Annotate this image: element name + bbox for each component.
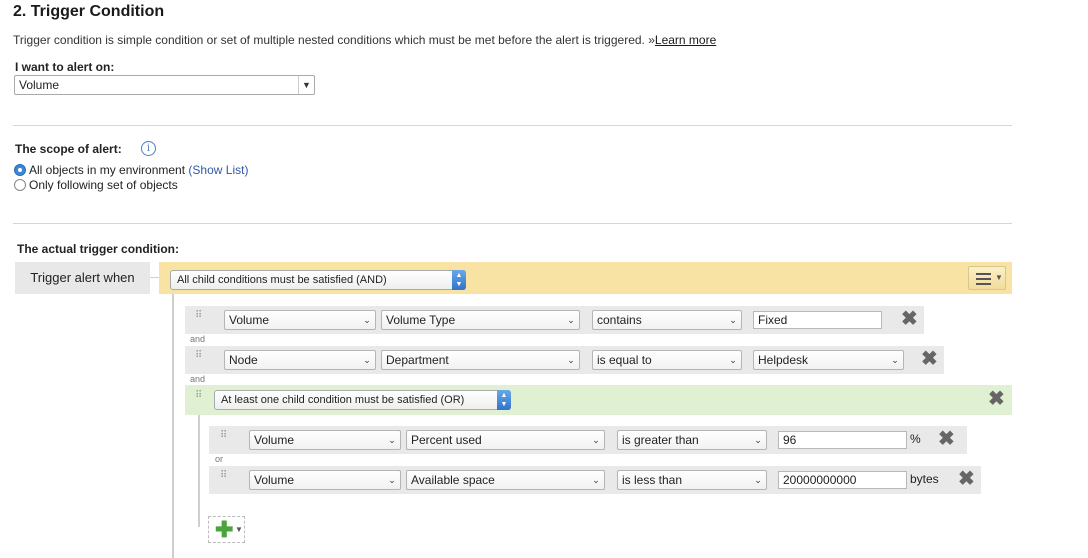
condition-object-value: Volume [229, 313, 270, 327]
remove-condition-icon[interactable]: ✖ [938, 429, 955, 449]
caret-down-icon: ▼ [995, 273, 1003, 282]
condition-operator-value: is greater than [622, 433, 699, 447]
nested-tree-line [198, 415, 200, 527]
chevron-down-icon: ⌄ [729, 315, 737, 325]
condition-property-select[interactable]: Available space ⌄ [406, 470, 605, 490]
condition-operator-value: is equal to [597, 353, 652, 367]
drag-handle-icon[interactable]: ⠿ [195, 351, 203, 366]
plus-icon: ✚ [215, 517, 234, 542]
description-text: Trigger condition is simple condition or… [13, 33, 645, 47]
section-title: 2. Trigger Condition [13, 3, 165, 20]
and-connector: and [190, 334, 206, 344]
condition-object-select[interactable]: Node ⌄ [224, 350, 376, 370]
info-icon[interactable]: i [141, 141, 156, 156]
scope-option-following[interactable]: Only following set of objects [14, 178, 178, 192]
radio-selected-icon[interactable] [14, 164, 26, 176]
condition-value-input[interactable]: 96 [778, 431, 907, 449]
learn-more-prefix: » [648, 33, 655, 47]
alert-on-value: Volume [19, 78, 60, 92]
alert-on-label: I want to alert on: [15, 60, 115, 74]
menu-icon [976, 273, 991, 285]
condition-property-value: Available space [411, 473, 495, 487]
condition-property-select[interactable]: Department ⌄ [381, 350, 580, 370]
learn-more-link[interactable]: Learn more [655, 33, 716, 47]
condition-property-value: Percent used [411, 433, 482, 447]
or-connector: or [215, 454, 224, 464]
scope-label: The scope of alert: [15, 142, 122, 156]
chevron-down-icon: ⌄ [363, 355, 371, 365]
chevron-down-icon: ⌄ [363, 315, 371, 325]
drag-handle-icon[interactable]: ⠿ [220, 471, 228, 486]
condition-operator-value: is less than [622, 473, 683, 487]
alert-on-select[interactable]: Volume ▼ [14, 75, 315, 95]
remove-group-icon[interactable]: ✖ [988, 389, 1005, 409]
unit-label: % [910, 432, 921, 446]
remove-condition-icon[interactable]: ✖ [901, 309, 918, 329]
chevron-down-icon: ⌄ [592, 475, 600, 485]
root-group-value: All child conditions must be satisfied (… [177, 274, 387, 286]
condition-property-select[interactable]: Percent used ⌄ [406, 430, 605, 450]
condition-object-select[interactable]: Volume ⌄ [249, 470, 401, 490]
scope-option-label: Only following set of objects [29, 178, 178, 192]
condition-operator-select[interactable]: is greater than ⌄ [617, 430, 767, 450]
trigger-when-label: Trigger alert when [15, 262, 150, 294]
spinner-arrows-icon: ▲ ▼ [452, 270, 466, 290]
condition-property-select[interactable]: Volume Type ⌄ [381, 310, 580, 330]
divider [13, 125, 1012, 126]
nested-group-select[interactable]: At least one child condition must be sat… [214, 390, 511, 410]
condition-operator-select[interactable]: contains ⌄ [592, 310, 742, 330]
radio-unselected-icon[interactable] [14, 179, 26, 191]
caret-down-icon: ▼ [235, 525, 243, 534]
condition-object-select[interactable]: Volume ⌄ [249, 430, 401, 450]
remove-condition-icon[interactable]: ✖ [921, 349, 938, 369]
connector-line [150, 277, 159, 278]
chevron-down-icon: ⌄ [891, 355, 899, 365]
root-group-select[interactable]: All child conditions must be satisfied (… [170, 270, 466, 290]
condition-object-value: Node [229, 353, 258, 367]
chevron-down-icon: ⌄ [388, 475, 396, 485]
add-condition-button[interactable]: ✚ ▼ [208, 516, 245, 543]
chevron-down-icon: ⌄ [567, 315, 575, 325]
chevron-down-icon: ▼ [298, 76, 314, 94]
condition-property-value: Department [386, 353, 449, 367]
chevron-down-icon: ⌄ [729, 355, 737, 365]
scope-option-all[interactable]: All objects in my environment (Show List… [14, 163, 248, 177]
chevron-down-icon: ⌄ [754, 475, 762, 485]
trigger-heading: The actual trigger condition: [17, 242, 180, 256]
tree-line [172, 294, 174, 558]
condition-object-value: Volume [254, 473, 295, 487]
nested-group-value: At least one child condition must be sat… [221, 394, 465, 406]
drag-handle-icon[interactable]: ⠿ [195, 311, 203, 326]
condition-object-value: Volume [254, 433, 295, 447]
group-menu-button[interactable]: ▼ [968, 266, 1006, 290]
drag-handle-icon[interactable]: ⠿ [195, 391, 203, 406]
chevron-down-icon: ⌄ [388, 435, 396, 445]
spinner-arrows-icon: ▲ ▼ [497, 390, 511, 410]
condition-value-value: Helpdesk [758, 353, 809, 367]
chevron-down-icon: ⌄ [754, 435, 762, 445]
section-description: Trigger condition is simple condition or… [13, 33, 716, 47]
drag-handle-icon[interactable]: ⠿ [220, 431, 228, 446]
and-connector: and [190, 374, 206, 384]
show-list-link[interactable]: (Show List) [188, 163, 248, 177]
remove-condition-icon[interactable]: ✖ [958, 469, 975, 489]
chevron-down-icon: ⌄ [567, 355, 575, 365]
condition-value-input[interactable]: 20000000000 [778, 471, 907, 489]
scope-option-label: All objects in my environment [29, 163, 186, 177]
condition-value-input[interactable]: Fixed [753, 311, 882, 329]
unit-label: bytes [910, 472, 939, 486]
chevron-down-icon: ⌄ [592, 435, 600, 445]
condition-property-value: Volume Type [386, 313, 456, 327]
condition-operator-select[interactable]: is less than ⌄ [617, 470, 767, 490]
condition-operator-value: contains [597, 313, 642, 327]
condition-object-select[interactable]: Volume ⌄ [224, 310, 376, 330]
condition-value-select[interactable]: Helpdesk ⌄ [753, 350, 904, 370]
divider [13, 223, 1012, 224]
condition-operator-select[interactable]: is equal to ⌄ [592, 350, 742, 370]
